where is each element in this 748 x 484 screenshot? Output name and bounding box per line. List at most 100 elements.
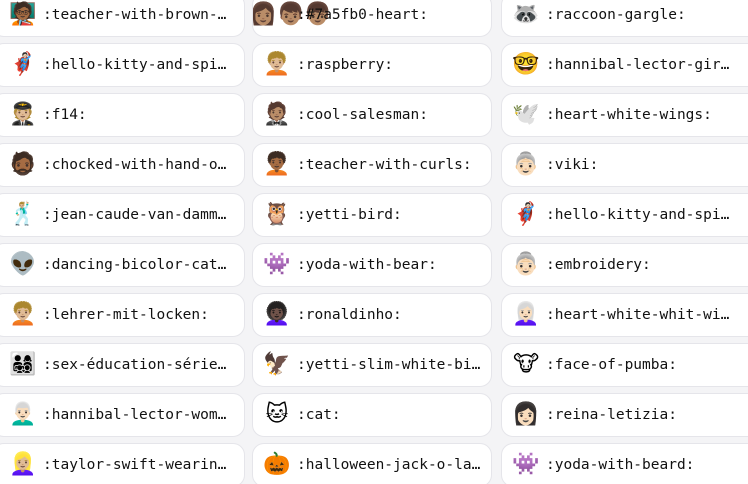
emoji-row: 🧑🏼‍✈️ :f14: 🤵🏽 :cool-salesman: 🕊️ :heart-whit… xyxy=(0,93,748,137)
emoji-card[interactable]: 🐱 :cat: xyxy=(252,393,492,437)
emoji-card[interactable]: 👱🏼‍♀️ :taylor-swift-wearin… xyxy=(0,443,245,484)
emoji-card[interactable]: 🐮 :face-of-pumba: xyxy=(501,343,748,387)
emoji-row: 🧑🏼‍🦱:lehrer-mit-locken: 👩🏿‍🦱:ronaldinho: 👩… xyxy=(0,293,748,337)
emoji-card[interactable]: 🦸🏻 :hello-kitty-and-spi… xyxy=(501,193,748,237)
emoji-card[interactable]: 🦸🏻 :hello-kitty-and-spi… xyxy=(0,43,245,87)
emoji-shortcode: :face-of-pumba: xyxy=(546,357,677,373)
emoji-shortcode: :hannibal-lector-wom… xyxy=(43,407,227,423)
emoji-row: 🕺🏼 :jean-caude-van-damm… 🦉 :yetti-bird: 🦸🏻 :h… xyxy=(0,193,748,237)
emoji-shortcode: :viki: xyxy=(546,157,599,173)
emoji-shortcode: :raccoon-gargle: xyxy=(546,7,686,23)
emoji-shortcode: :cat: xyxy=(297,407,341,423)
curly-hair-person-icon: 🧑🏼‍🦱 xyxy=(263,52,291,77)
emoji-shortcode: :cool-salesman: xyxy=(297,107,428,123)
raccoon-icon: 🦝 xyxy=(512,2,540,27)
family-icon: 👩🏽‍👩🏽‍👦🏽‍👦🏽 xyxy=(253,1,332,29)
emoji-shortcode: :ronaldinho: xyxy=(297,307,402,323)
emoji-shortcode: :jean-caude-van-damm… xyxy=(43,207,227,223)
teacher-icon: 🧑🏾‍🏫 xyxy=(9,2,37,27)
emoji-shortcode: :heart-white-wings: xyxy=(546,107,712,123)
emoji-shortcode: :hello-kitty-and-spi… xyxy=(546,207,730,223)
bearded-yoda-icon: 👾 xyxy=(512,452,540,477)
emoji-card[interactable]: 🧔🏾:chocked-with-hand-o… xyxy=(0,143,245,187)
emoji-row: 🧔🏾:chocked-with-hand-o… 🧑🏾‍🦱 :teacher-with… xyxy=(0,143,748,187)
emoji-card[interactable]: 👩🏻 :reina-letizia: xyxy=(501,393,748,437)
superhero-icon: 🦸🏻 xyxy=(9,52,37,77)
pumba-face-icon: 🐮 xyxy=(512,352,540,377)
yoda-icon: 👾 xyxy=(263,252,291,277)
emoji-card[interactable]: 👾 :yoda-with-bear: xyxy=(252,243,492,287)
group-icon: 👨‍👩‍👧‍👦 xyxy=(9,352,37,377)
emoji-card[interactable]: 🦝 :raccoon-gargle: xyxy=(501,0,748,37)
emoji-shortcode: :teacher-with-brown-… xyxy=(43,7,227,23)
pilot-icon: 🧑🏼‍✈️ xyxy=(9,102,37,127)
emoji-card[interactable]: 🕺🏼 :jean-caude-van-damm… xyxy=(0,193,245,237)
emoji-shortcode: :hannibal-lector-gir… xyxy=(546,57,730,73)
blond-woman-icon: 👱🏼‍♀️ xyxy=(9,452,37,477)
emoji-shortcode: :raspberry: xyxy=(297,57,394,73)
emoji-shortcode: :taylor-swift-wearin… xyxy=(43,457,227,473)
emoji-shortcode: :f14: xyxy=(43,107,87,123)
glasses-face-icon: 🤓 xyxy=(512,52,540,77)
jack-o-lantern-icon: 🎃 xyxy=(263,452,291,477)
woman-icon: 👩🏻 xyxy=(512,402,540,427)
emoji-shortcode: :lehrer-mit-locken: xyxy=(43,307,209,323)
emoji-card[interactable]: 🤓 :hannibal-lector-gir… xyxy=(501,43,748,87)
emoji-shortcode: :halloween-jack-o-la… xyxy=(297,457,481,473)
emoji-card[interactable]: 👨‍👩‍👧‍👦 :sex-éducation-série… xyxy=(0,343,245,387)
emoji-card[interactable]: 🧑🏼‍🦱 :raspberry: xyxy=(252,43,492,87)
emoji-card[interactable]: 👾 :yoda-with-beard: xyxy=(501,443,748,484)
emoji-shortcode: :embroidery: xyxy=(546,257,651,273)
curly-blond-person-icon: 🧑🏼‍🦱 xyxy=(9,302,37,327)
emoji-card[interactable]: 👵🏻 :viki: xyxy=(501,143,748,187)
emoji-shortcode: :hello-kitty-and-spi… xyxy=(43,57,227,73)
emoji-row: 🦸🏻 :hello-kitty-and-spi… 🧑🏼‍🦱 :raspberry: 🤓:… xyxy=(0,43,748,87)
long-hair-person-icon: 👩🏿‍🦱 xyxy=(263,302,291,327)
emoji-shortcode: :dancing-bicolor-cat… xyxy=(43,257,227,273)
emoji-card[interactable]: 🕊️ :heart-white-wings: xyxy=(501,93,748,137)
cat-icon: 🐱 xyxy=(265,402,289,427)
emoji-shortcode: :yoda-with-beard: xyxy=(546,457,695,473)
white-wings-icon: 🕊️ xyxy=(512,102,540,127)
emoji-shortcode: :teacher-with-curls: xyxy=(297,157,472,173)
emoji-card[interactable]: 👩🏿‍🦱 :ronaldinho: xyxy=(252,293,492,337)
emoji-row: 👨‍👩‍👧‍👦 :sex-éducation-série… 🦅 :yetti-slim… xyxy=(0,343,748,387)
white-hair-man-icon: 👨🏻‍🦳 xyxy=(9,402,37,427)
emoji-card[interactable]: 👩🏻‍🦳 :heart-white-whit-wi… xyxy=(501,293,748,337)
emoji-card[interactable]: 🦉 :yetti-bird: xyxy=(252,193,492,237)
man-dark-skin-icon: 🧔🏾 xyxy=(9,152,37,177)
emoji-card[interactable]: 🦅 :yetti-slim-white-bi… xyxy=(252,343,492,387)
emoji-shortcode: :sex-éducation-série… xyxy=(43,357,227,373)
emoji-card[interactable]: 🧑🏾‍🏫 :teacher-with-brown-… xyxy=(0,0,245,37)
older-person-icon: 👵🏻 xyxy=(512,152,540,177)
emoji-card[interactable]: 🧑🏼‍🦱 :lehrer-mit-locken: xyxy=(0,293,245,337)
emoji-grid: 🧑🏾‍🏫 :teacher-with-brown-… 👩🏽‍👩🏽‍👦🏽‍👦🏽:#7a… xyxy=(0,0,748,484)
white-bird-icon: 🦅 xyxy=(263,352,291,377)
emoji-row: 👽 :dancing-bicolor-cat… 👾 :yoda-with-bear: 👵… xyxy=(0,243,748,287)
emoji-card[interactable]: 👨🏻‍🦳 :hannibal-lector-wom… xyxy=(0,393,245,437)
emoji-shortcode: :yetti-bird: xyxy=(297,207,402,223)
emoji-shortcode: :heart-white-whit-wi… xyxy=(546,307,730,323)
emoji-card[interactable]: 👩🏽‍👩🏽‍👦🏽‍👦🏽:#7a5fb0-heart: xyxy=(252,0,492,37)
grandma-icon: 👵🏻 xyxy=(512,252,540,277)
emoji-card[interactable]: 👵🏻 :embroidery: xyxy=(501,243,748,287)
emoji-shortcode: :reina-letizia: xyxy=(546,407,677,423)
alien-icon: 👽 xyxy=(9,252,37,277)
emoji-card[interactable]: 🧑🏾‍🦱 :teacher-with-curls: xyxy=(252,143,492,187)
emoji-shortcode: :#7a5fb0-heart: xyxy=(297,7,428,23)
man-in-tuxedo-icon: 🤵🏽 xyxy=(263,102,291,127)
muscular-man-icon: 🕺🏼 xyxy=(9,202,37,227)
emoji-row: 👱🏼‍♀️ :taylor-swift-wearin… 🎃 :halloween-ja… xyxy=(0,443,748,484)
emoji-shortcode: :yoda-with-bear: xyxy=(297,257,437,273)
emoji-card[interactable]: 🎃 :halloween-jack-o-la… xyxy=(252,443,492,484)
white-hair-woman-icon: 👩🏻‍🦳 xyxy=(512,302,540,327)
emoji-shortcode: :yetti-slim-white-bi… xyxy=(297,357,481,373)
emoji-card[interactable]: 🧑🏼‍✈️ :f14: xyxy=(0,93,245,137)
emoji-row: 🧑🏾‍🏫 :teacher-with-brown-… 👩🏽‍👩🏽‍👦🏽‍👦🏽:#7a… xyxy=(0,0,748,37)
emoji-card[interactable]: 👽 :dancing-bicolor-cat… xyxy=(0,243,245,287)
superheroes-icon: 🦸🏻 xyxy=(512,202,540,227)
emoji-row: 👨🏻‍🦳 :hannibal-lector-wom… 🐱 :cat: 👩🏻 :reina-… xyxy=(0,393,748,437)
emoji-card[interactable]: 🤵🏽 :cool-salesman: xyxy=(252,93,492,137)
person-curly-hair-icon: 🧑🏾‍🦱 xyxy=(263,152,291,177)
owl-icon: 🦉 xyxy=(263,202,291,227)
